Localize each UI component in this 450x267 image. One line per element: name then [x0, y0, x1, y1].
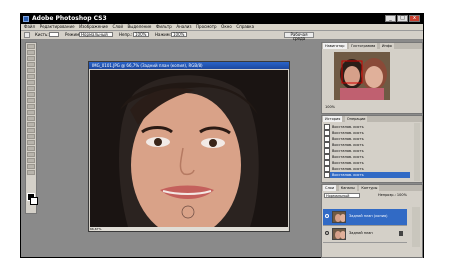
layer-name: Задний план — [349, 231, 373, 235]
visibility-eye-icon[interactable] — [325, 214, 329, 218]
gradient-tool-icon[interactable] — [27, 110, 35, 115]
layer-opacity[interactable]: Непрозр.: 100% — [378, 193, 407, 198]
layer-row[interactable]: Задний план — [323, 226, 407, 243]
layer-thumbnail — [332, 228, 346, 240]
blur-tool-icon[interactable] — [27, 116, 35, 121]
brush-label: Кисть: — [35, 32, 49, 37]
navigator-panel: Навигатор Гистограмма Инфо 100% — [321, 42, 423, 114]
path-select-tool-icon[interactable] — [27, 140, 35, 145]
hand-tool-icon[interactable] — [27, 164, 35, 169]
zoom-tool-icon[interactable] — [27, 170, 35, 175]
close-button[interactable]: x — [409, 15, 420, 22]
lasso-tool-icon[interactable] — [27, 56, 35, 61]
menu-view[interactable]: Просмотр — [196, 24, 217, 30]
document-window: IMG_0101.JPG @ 66,7% (Задний план (копия… — [88, 61, 290, 232]
minimize-button[interactable]: _ — [385, 15, 396, 22]
shape-tool-icon[interactable] — [27, 146, 35, 151]
navigator-thumbnail[interactable] — [334, 52, 390, 100]
toolbox — [25, 42, 38, 214]
menu-image[interactable]: Изображение — [79, 24, 108, 30]
history-item-selected[interactable]: Восстанов. кисть — [324, 172, 410, 178]
type-tool-icon[interactable] — [27, 134, 35, 139]
menu-help[interactable]: Справка — [236, 24, 254, 30]
history-scrollbar[interactable] — [414, 123, 420, 181]
portrait-photo — [90, 70, 288, 227]
tab-actions[interactable]: Операции — [344, 116, 368, 122]
brush-tool-icon[interactable] — [27, 86, 35, 91]
marquee-tool-icon[interactable] — [27, 50, 35, 55]
notes-tool-icon[interactable] — [27, 152, 35, 157]
visibility-eye-icon[interactable] — [325, 231, 329, 235]
menu-window[interactable]: Окно — [221, 24, 232, 30]
layer-row-selected[interactable]: Задний план (копия) — [323, 209, 407, 226]
tab-navigator[interactable]: Навигатор — [323, 43, 347, 49]
menu-analysis[interactable]: Анализ — [176, 24, 191, 30]
photoshop-logo-icon — [23, 16, 29, 22]
pen-tool-icon[interactable] — [27, 128, 35, 133]
title-bar: Adobe Photoshop CS3 _ □ x — [21, 14, 423, 24]
tab-histogram[interactable]: Гистограмма — [349, 43, 378, 49]
menu-select[interactable]: Выделение — [128, 24, 152, 30]
brush-picker[interactable] — [49, 32, 59, 37]
tab-info[interactable]: Инфо — [379, 43, 394, 49]
mode-select[interactable]: Нормальный — [79, 32, 113, 37]
navigator-zoom[interactable]: 100% — [325, 105, 335, 109]
maximize-button[interactable]: □ — [397, 15, 408, 22]
move-tool-icon[interactable] — [27, 44, 35, 49]
workspace-button[interactable]: Рабочая среда — [284, 32, 314, 41]
tab-paths[interactable]: Контуры — [359, 185, 380, 191]
stamp-tool-icon[interactable] — [27, 92, 35, 97]
magic-wand-tool-icon[interactable] — [27, 62, 35, 67]
history-panel: История Операции Восстанов. кисть Восста… — [321, 115, 423, 183]
menu-filter[interactable]: Фильтр — [156, 24, 172, 30]
history-brush-tool-icon[interactable] — [27, 98, 35, 103]
menu-layer[interactable]: Слой — [113, 24, 123, 30]
menu-edit[interactable]: Редактирование — [40, 24, 75, 30]
layer-thumbnail — [332, 211, 346, 223]
opacity-label: Непр.: — [119, 32, 133, 37]
opacity-field[interactable]: 100% — [133, 32, 149, 37]
tab-channels[interactable]: Каналы — [338, 185, 357, 191]
image-canvas[interactable] — [90, 70, 288, 227]
slice-tool-icon[interactable] — [27, 74, 35, 79]
blend-mode-select[interactable]: Нормальный — [324, 193, 360, 198]
flow-field[interactable]: 100% — [171, 32, 187, 37]
dodge-tool-icon[interactable] — [27, 122, 35, 127]
document-status: 66,67% — [90, 227, 288, 231]
photoshop-window: Adobe Photoshop CS3 _ □ x Файл Редактиро… — [20, 13, 424, 258]
eyedropper-tool-icon[interactable] — [27, 158, 35, 163]
healing-brush-icon[interactable] — [24, 32, 30, 38]
tab-layers[interactable]: Слои — [323, 185, 337, 191]
window-title: Adobe Photoshop CS3 — [32, 15, 107, 22]
layers-scrollbar[interactable] — [412, 207, 420, 247]
crop-tool-icon[interactable] — [27, 68, 35, 73]
menu-bar: Файл Редактирование Изображение Слой Выд… — [21, 24, 423, 31]
flow-label: Нажим: — [155, 32, 172, 37]
background-color-swatch[interactable] — [30, 197, 38, 205]
eraser-tool-icon[interactable] — [27, 104, 35, 109]
healing-tool-icon[interactable] — [27, 80, 35, 85]
healing-brush-icon — [324, 172, 330, 178]
options-bar: Кисть: Режим: Нормальный Непр.: 100% Наж… — [21, 31, 423, 41]
layers-panel: Слои Каналы Контуры Нормальный Непрозр.:… — [321, 184, 423, 258]
document-title[interactable]: IMG_0101.JPG @ 66,7% (Задний план (копия… — [89, 62, 289, 69]
menu-file[interactable]: Файл — [24, 24, 35, 30]
tab-history[interactable]: История — [323, 116, 343, 122]
layer-name: Задний план (копия) — [349, 214, 388, 218]
lock-icon — [399, 231, 403, 236]
